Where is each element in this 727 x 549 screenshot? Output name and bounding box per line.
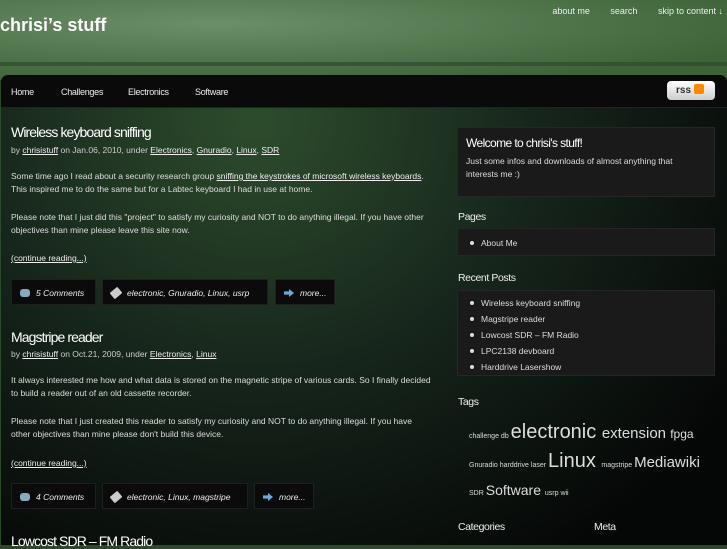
tag-link[interactable]: Mediawiki: [634, 454, 700, 471]
site-title[interactable]: chrisi’s stuff: [0, 15, 106, 36]
post-excerpt: Some time ago I read about a security re…: [11, 171, 424, 194]
tag-link[interactable]: wii: [560, 490, 568, 497]
rss-icon: [694, 84, 705, 94]
recent-posts-heading: Recent Posts: [458, 272, 516, 284]
top-links: about me search skip to content ↓: [534, 6, 723, 16]
tag-link[interactable]: Software: [486, 482, 545, 498]
tag-link[interactable]: usrp: [545, 490, 561, 497]
categories-heading: Categories: [458, 521, 505, 533]
tag-link[interactable]: Linux: [548, 450, 601, 472]
tags-button[interactable]: electronic, Linux, magstripe: [102, 483, 248, 509]
tag-icon: [109, 490, 123, 504]
more-button[interactable]: more...: [254, 483, 314, 509]
main-nav: Home Challenges Electronics Software rss: [1, 75, 727, 108]
recent-post-link[interactable]: Lowcost SDR – FM Radio: [458, 330, 714, 346]
tags-button[interactable]: electronic, Gnuradio, Linux, usrp: [102, 279, 268, 305]
meta-heading: Meta: [594, 521, 616, 533]
welcome-title: Welcome to chrisi's stuff!: [466, 136, 583, 150]
tag-link[interactable]: db: [501, 433, 511, 440]
author-link[interactable]: chrisistuff: [22, 349, 58, 359]
author-link[interactable]: chrisistuff: [22, 145, 58, 155]
post-title[interactable]: Wireless keyboard sniffing: [11, 124, 152, 140]
tag-link[interactable]: challenge: [469, 433, 501, 440]
post-title[interactable]: Magstripe reader: [11, 329, 103, 345]
comments-button[interactable]: 5 Comments: [11, 279, 96, 305]
recent-post-link[interactable]: Magstripe reader: [458, 314, 714, 330]
tag-link[interactable]: Gnuradio: [469, 462, 500, 469]
tags-heading: Tags: [458, 396, 479, 408]
header: chrisi’s stuff about me search skip to c…: [0, 0, 727, 80]
tag-link[interactable]: electronic: [511, 421, 602, 443]
post-excerpt: Please note that I just created this rea…: [11, 416, 412, 439]
category-link[interactable]: SDR: [261, 145, 279, 155]
tag-link[interactable]: harddrive: [500, 462, 531, 469]
welcome-box: Welcome to chrisi's stuff! Just some inf…: [457, 127, 715, 197]
nav-electronics[interactable]: Electronics: [128, 87, 169, 97]
pages-heading: Pages: [458, 211, 486, 223]
tag-link[interactable]: laser: [531, 462, 548, 469]
post-title[interactable]: Lowcost SDR – FM Radio: [11, 533, 153, 549]
recent-post-link[interactable]: LPC2138 devboard: [458, 346, 714, 362]
recent-post-link[interactable]: Wireless keyboard sniffing: [458, 298, 714, 314]
post-meta: by chrisistuff on Oct.21, 2009, under El…: [11, 349, 217, 359]
post-excerpt: Please note that I just did this "projec…: [11, 212, 424, 235]
rss-label: rss: [676, 85, 692, 96]
about-me-link[interactable]: about me: [552, 6, 590, 16]
category-link[interactable]: Electronics: [150, 349, 192, 359]
tag-link[interactable]: magstripe: [601, 462, 634, 469]
arrow-right-icon: [284, 289, 294, 297]
nav-home[interactable]: Home: [11, 87, 34, 97]
page-link-about-me[interactable]: About Me: [458, 238, 714, 254]
tag-icon: [109, 286, 123, 300]
article-link[interactable]: sniffing the keystrokes of microsoft wir…: [217, 171, 422, 181]
tag-cloud: challenge db electronic extension fpga G…: [469, 420, 709, 506]
recent-post-link[interactable]: Harddrive Lasershow: [458, 362, 714, 378]
arrow-right-icon: [263, 493, 273, 501]
category-link[interactable]: Linux: [236, 145, 256, 155]
nav-software[interactable]: Software: [195, 87, 228, 97]
comments-icon: [20, 493, 30, 501]
tag-link[interactable]: extension: [602, 425, 670, 442]
more-button[interactable]: more...: [275, 279, 335, 305]
pages-list: About Me: [457, 228, 715, 256]
category-link[interactable]: Gnuradio: [197, 145, 232, 155]
category-link[interactable]: Electronics: [150, 145, 192, 155]
tag-link[interactable]: fpga: [670, 427, 693, 441]
continue-reading-link[interactable]: (continue reading...): [11, 252, 431, 265]
nav-challenges[interactable]: Challenges: [61, 87, 103, 97]
welcome-text: Just some infos and downloads of almost …: [466, 156, 673, 179]
continue-reading-link[interactable]: (continue reading...): [11, 457, 431, 470]
comments-icon: [20, 289, 30, 297]
skip-to-content-link[interactable]: skip to content ↓: [658, 6, 723, 16]
category-link[interactable]: Linux: [196, 349, 216, 359]
post-meta: by chrisistuff on Jan.06, 2010, under El…: [11, 145, 280, 155]
comments-button[interactable]: 4 Comments: [11, 483, 96, 509]
post-excerpt: It always interested me how and what dat…: [11, 375, 431, 398]
tag-link[interactable]: SDR: [469, 490, 486, 497]
recent-posts-list: Wireless keyboard sniffing Magstripe rea…: [457, 290, 715, 376]
search-link[interactable]: search: [610, 6, 637, 16]
rss-button[interactable]: rss: [667, 81, 715, 100]
